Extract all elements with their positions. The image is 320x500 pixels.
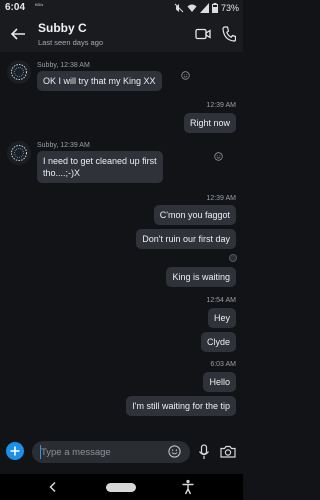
accessibility-icon[interactable]: [181, 479, 195, 495]
nav-back-icon[interactable]: [48, 481, 58, 493]
message-time: 12:54 AM: [206, 297, 236, 304]
message-bubble-incoming[interactable]: OK I will try that my King XX: [37, 71, 162, 91]
message-text: OK I will try that my King XX: [43, 76, 156, 86]
message-bubble-outgoing[interactable]: Hello: [203, 372, 236, 392]
message-text: Don't ruin our first day: [142, 234, 230, 244]
message-text-line: I need to get cleaned up first: [43, 156, 157, 166]
message-composer: [0, 434, 243, 474]
system-nav-bar: [0, 474, 243, 500]
message-time: 6:03 AM: [210, 361, 236, 368]
message-text: Right now: [189, 118, 230, 128]
avatar-icon: [11, 145, 27, 161]
message-bubble-outgoing[interactable]: Right now: [183, 113, 236, 133]
message-bubble-outgoing[interactable]: Hey: [207, 308, 236, 328]
mute-icon: [174, 3, 184, 13]
nav-home-icon[interactable]: [106, 483, 136, 492]
emoji-icon[interactable]: [168, 445, 181, 458]
avatar[interactable]: [7, 141, 31, 165]
last-seen-status: Last seen days ago: [38, 38, 104, 47]
message-text: Clyde: [206, 337, 230, 347]
reaction-icon[interactable]: [181, 71, 190, 80]
text-cursor: [40, 445, 41, 459]
add-button[interactable]: [6, 442, 24, 460]
status-bar: 6:04 KB/s 73%: [0, 0, 243, 16]
seen-avatar-icon: [229, 254, 237, 262]
message-time: 12:39 AM: [206, 102, 236, 109]
message-bubble-outgoing[interactable]: I'm still waiting for the tip: [126, 396, 236, 416]
message-bubble-outgoing[interactable]: Don't ruin our first day: [136, 229, 236, 249]
message-text: Hey: [213, 313, 230, 323]
back-arrow-icon[interactable]: [9, 25, 27, 43]
message-bubble-outgoing[interactable]: King is waiting: [166, 267, 236, 287]
status-time: 6:04: [5, 2, 26, 13]
status-speed-unit: KB/s: [34, 2, 44, 7]
message-meta: Subby, 12:39 AM: [37, 142, 90, 149]
message-input[interactable]: [32, 441, 190, 463]
avatar[interactable]: [7, 60, 31, 84]
video-call-icon[interactable]: [195, 27, 211, 41]
phone-icon[interactable]: [222, 26, 236, 42]
plus-icon: [10, 446, 20, 456]
message-meta: Subby, 12:38 AM: [37, 62, 90, 69]
signal-icon: [199, 3, 209, 13]
reaction-icon[interactable]: [214, 152, 223, 161]
message-text: I'm still waiting for the tip: [132, 401, 230, 411]
message-text: Hello: [209, 377, 230, 387]
contact-name[interactable]: Subby C: [38, 21, 87, 35]
avatar-icon: [11, 64, 27, 80]
message-time: 12:39 AM: [206, 195, 236, 202]
message-text-line: tho....;-)X: [43, 168, 81, 178]
message-bubble-incoming[interactable]: I need to get cleaned up first tho....;-…: [37, 151, 163, 183]
wifi-icon: [187, 4, 197, 12]
message-text: King is waiting: [172, 272, 230, 282]
chat-header: Subby C Last seen days ago: [0, 16, 243, 52]
camera-icon[interactable]: [220, 445, 236, 458]
message-text: C'mon you faggot: [159, 210, 230, 220]
mic-icon[interactable]: [198, 444, 210, 460]
status-icons: 73%: [174, 2, 239, 14]
battery-percent: 73%: [220, 3, 239, 13]
message-bubble-outgoing[interactable]: C'mon you faggot: [153, 205, 236, 225]
battery-icon: [211, 3, 218, 13]
message-bubble-outgoing[interactable]: Clyde: [200, 332, 236, 352]
